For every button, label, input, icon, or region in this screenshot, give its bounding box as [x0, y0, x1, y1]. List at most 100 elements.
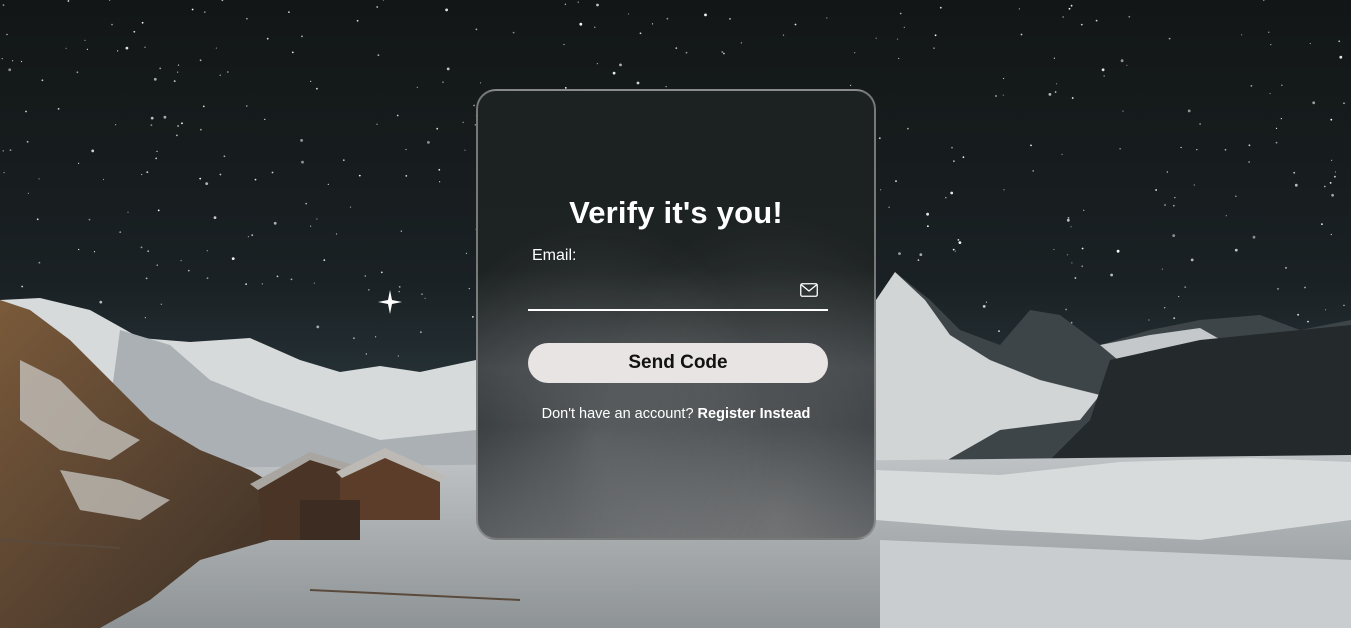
star — [206, 250, 208, 252]
star — [26, 140, 29, 143]
star — [898, 252, 901, 256]
register-instead-link[interactable]: Register Instead — [698, 406, 811, 422]
star — [144, 317, 146, 319]
star — [1128, 15, 1131, 18]
star — [729, 18, 731, 20]
star — [57, 108, 60, 110]
star — [1110, 273, 1113, 277]
star — [926, 212, 929, 216]
star — [141, 173, 143, 176]
email-field[interactable] — [528, 276, 828, 311]
star — [945, 197, 947, 199]
star — [2, 150, 4, 152]
star — [1225, 215, 1227, 217]
star — [141, 21, 144, 24]
star — [896, 38, 899, 40]
star — [1066, 218, 1070, 222]
star — [1339, 55, 1343, 59]
star — [1068, 7, 1071, 10]
star — [205, 182, 209, 186]
star — [1018, 8, 1021, 10]
star — [903, 26, 905, 28]
star — [898, 57, 900, 60]
star — [1061, 153, 1063, 155]
star — [1172, 204, 1175, 207]
star — [1269, 92, 1271, 95]
star — [927, 225, 929, 228]
star — [342, 159, 345, 162]
star — [21, 285, 24, 288]
star — [1164, 307, 1166, 309]
star — [133, 30, 136, 33]
star — [1173, 317, 1176, 320]
star — [290, 278, 293, 281]
star — [1054, 91, 1057, 93]
star — [1032, 170, 1035, 172]
star — [934, 34, 937, 37]
star — [427, 141, 430, 144]
star — [594, 26, 596, 28]
star — [177, 71, 179, 73]
star — [65, 47, 67, 49]
star — [1330, 118, 1333, 121]
star — [1193, 184, 1195, 186]
star — [146, 171, 149, 174]
star — [38, 178, 40, 180]
star — [1329, 182, 1332, 184]
star — [612, 71, 616, 75]
star — [163, 115, 167, 119]
star — [1120, 59, 1124, 63]
star — [375, 336, 377, 338]
star — [353, 337, 355, 340]
star — [1071, 97, 1074, 99]
star — [327, 183, 329, 185]
star — [639, 32, 642, 35]
star — [1196, 149, 1198, 151]
star — [261, 283, 263, 285]
star — [1184, 286, 1187, 288]
star — [1020, 33, 1023, 36]
star — [985, 301, 988, 303]
star — [25, 110, 27, 113]
star — [954, 250, 956, 252]
star — [1330, 233, 1332, 236]
star — [191, 8, 194, 11]
star — [1083, 209, 1085, 211]
star — [368, 289, 370, 291]
star — [1180, 146, 1182, 149]
star — [416, 86, 418, 88]
star — [115, 124, 117, 126]
star — [1119, 148, 1121, 150]
star — [579, 22, 583, 26]
star — [1101, 68, 1105, 72]
star — [1250, 85, 1253, 87]
star — [998, 330, 1000, 332]
star — [1343, 102, 1345, 105]
star — [619, 63, 622, 67]
star — [91, 149, 95, 153]
star — [231, 257, 235, 260]
star — [1003, 77, 1005, 80]
star — [1234, 248, 1238, 252]
star — [1190, 258, 1194, 262]
star — [88, 218, 91, 221]
star — [442, 81, 444, 83]
star — [1331, 193, 1334, 197]
star — [144, 46, 146, 48]
star — [424, 297, 426, 299]
star — [84, 39, 86, 42]
star — [1331, 159, 1333, 161]
star — [826, 17, 828, 19]
send-code-button[interactable]: Send Code — [528, 343, 828, 383]
star — [349, 206, 352, 208]
star — [93, 251, 96, 253]
star — [153, 77, 157, 81]
star — [1070, 4, 1073, 7]
star — [1270, 44, 1272, 46]
star — [206, 277, 209, 280]
star — [199, 59, 202, 62]
star — [704, 13, 707, 17]
star — [177, 125, 180, 127]
star — [41, 79, 44, 82]
star — [156, 150, 158, 152]
